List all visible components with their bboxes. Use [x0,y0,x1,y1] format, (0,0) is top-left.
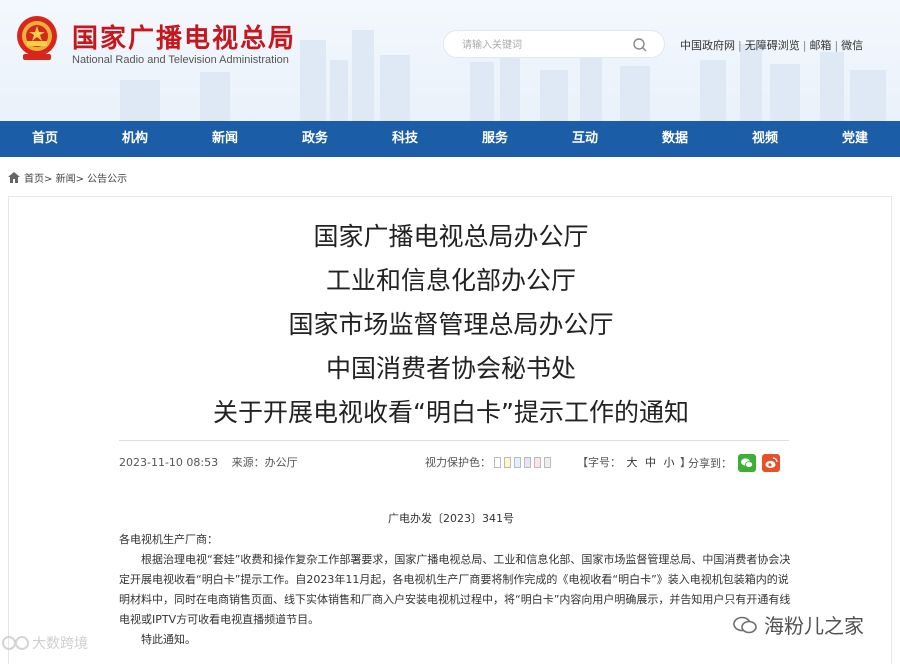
eye-protection-colors: 视力保护色： [425,454,551,470]
weibo-glyph-icon [765,457,778,469]
breadcrumb-announcements[interactable]: 公告公示 [87,170,127,185]
document-number: 广电办发〔2023〕341号 [388,512,514,525]
wechat-glyph-icon [741,458,753,468]
nav-item-interaction[interactable]: 互动 [540,121,630,157]
vision-label: 视力保护色： [425,456,491,469]
publish-datetime: 2023-11-10 08:53 [119,456,219,469]
wechat-share-icon[interactable] [738,454,756,472]
link-separator: | [834,39,839,52]
nav-item-party[interactable]: 党建 [810,121,900,157]
watermark-right: 海粉儿之家 [732,610,864,639]
fontsize-label: 【字号： [577,456,621,469]
color-swatch-blue[interactable] [514,456,521,468]
watermark-right-text: 海粉儿之家 [764,614,864,638]
wechat-watermark-icon [733,616,757,633]
nav-item-home[interactable]: 首页 [0,121,90,157]
body-paragraph: 根据治理电视“套娃”收费和操作复杂工作部署要求，国家广播电视总局、工业和信息化部… [119,553,791,626]
national-emblem-logo [17,16,57,60]
top-links: 中国政府网 | 无障碍浏览 | 邮箱 | 微信 [680,37,863,53]
breadcrumb: 首页> 新闻> 公告公示 [8,170,127,185]
nav-item-institutions[interactable]: 机构 [90,121,180,157]
site-subtitle: National Radio and Television Administra… [72,54,289,66]
article-card: 国家广播电视总局办公厅 工业和信息化部办公厅 国家市场监督管理总局办公厅 中国消… [8,196,892,664]
color-swatch-yellow[interactable] [504,456,511,468]
watermark-left-text: 大数跨境 [32,636,88,652]
link-accessibility[interactable]: 无障碍浏览 [745,39,800,52]
link-separator: | [738,39,742,52]
nav-item-video[interactable]: 视频 [720,121,810,157]
link-gov-portal[interactable]: 中国政府网 [680,39,735,52]
nav-item-government-affairs[interactable]: 政务 [270,121,360,157]
link-mailbox[interactable]: 邮箱 [809,39,831,52]
link-separator: | [802,39,807,52]
title-line: 关于开展电视收看“明白卡”提示工作的通知 [213,398,689,427]
color-swatch-pink[interactable] [534,456,541,468]
title-line: 中国消费者协会秘书处 [325,354,576,383]
font-size-control: 【字号： 大 中 小 】 [577,454,691,470]
home-icon [8,172,20,183]
fontsize-small[interactable]: 小 [664,456,675,469]
search-input[interactable] [462,36,632,54]
breadcrumb-home[interactable]: 首页> [24,170,52,185]
color-swatch-gray[interactable] [544,456,551,468]
main-nav: 首页 机构 新闻 政务 科技 服务 互动 数据 视频 党建 [0,121,900,157]
share-bar: 分享到： [688,454,780,472]
fontsize-large[interactable]: 大 [627,456,638,469]
site-title: 国家广播电视总局 [72,24,297,54]
article-source: 来源：办公厅 [231,456,298,469]
title-line: 工业和信息化部办公厅 [325,266,576,295]
link-wechat[interactable]: 微信 [841,39,863,52]
article-body: 各电视机生产厂商： 根据治理电视“套娃”收费和操作复杂工作部署要求，国家广播电视… [119,530,799,650]
share-label: 分享到： [688,457,732,470]
color-swatch-purple[interactable] [524,456,531,468]
watermark-left: 大数跨境 [0,633,88,653]
nav-item-news[interactable]: 新闻 [180,121,270,157]
title-divider [119,440,789,441]
nav-item-services[interactable]: 服务 [450,121,540,157]
search-box [443,30,665,58]
article-title: 国家广播电视总局办公厅 工业和信息化部办公厅 国家市场监督管理总局办公厅 中国消… [9,215,893,435]
closing-line: 特此通知。 [141,633,196,646]
weibo-share-icon[interactable] [762,454,780,472]
nav-item-technology[interactable]: 科技 [360,121,450,157]
title-line: 国家广播电视总局办公厅 [313,222,589,251]
nav-item-data[interactable]: 数据 [630,121,720,157]
search-icon[interactable] [632,37,648,53]
fontsize-medium[interactable]: 中 [645,456,656,469]
site-header: 国家广播电视总局 National Radio and Television A… [0,0,900,121]
article-meta: 2023-11-10 08:53 来源：办公厅 [119,454,308,470]
breadcrumb-news[interactable]: 新闻> [56,170,84,185]
watermark-logo-icon [2,636,29,650]
salutation: 各电视机生产厂商： [119,533,218,546]
color-swatch-white[interactable] [494,456,501,468]
title-line: 国家市场监督管理总局办公厅 [288,310,614,339]
